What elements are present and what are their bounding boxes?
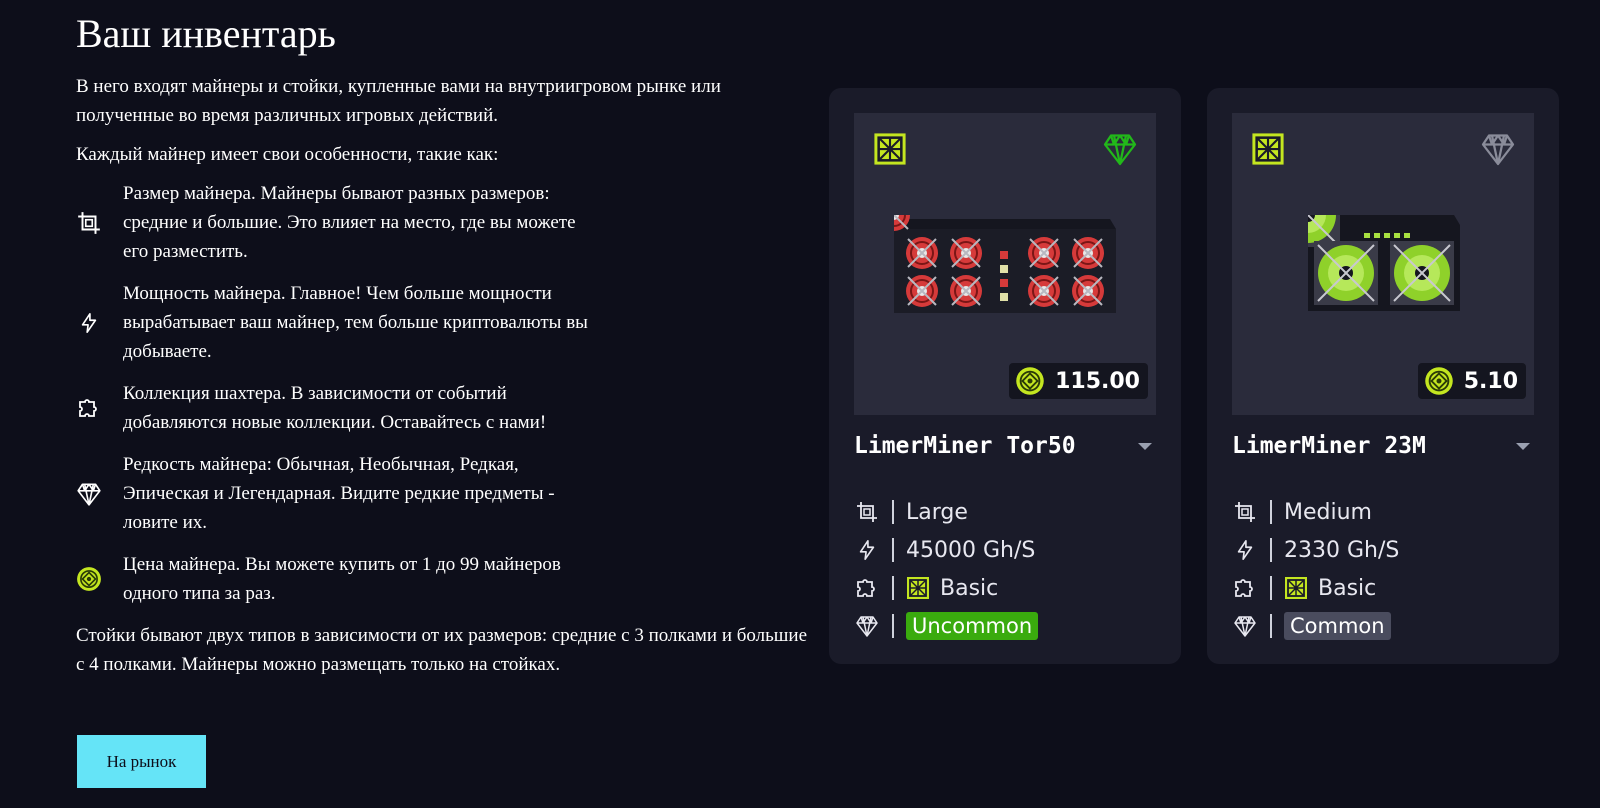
diamond-icon [1480, 131, 1516, 167]
coin-icon [1015, 366, 1045, 396]
power-icon [1232, 537, 1258, 563]
size-value: Medium [1284, 499, 1372, 525]
feature-power: Мощность майнера. Главное! Чем больше мо… [76, 279, 816, 366]
rarity-badge: Uncommon [906, 612, 1039, 640]
info-panel: Ваш инвентарь В него входят майнеры и ст… [76, 10, 816, 689]
miner-name: LimerMiner Tor50 [854, 433, 1076, 459]
divider [1270, 500, 1272, 524]
stat-size: Large [854, 493, 1156, 531]
features-intro: Каждый майнер имеет свои особенности, та… [76, 144, 499, 165]
size-icon [854, 499, 880, 525]
feature-collection: Коллекция шахтера. В зависимости от собы… [76, 379, 816, 437]
miner-image-panel: 5.10 [1232, 113, 1534, 415]
miner-stats: Medium 2330 Gh/S Basic Common [1232, 493, 1534, 645]
feature-text: Редкость майнера: Обычная, Необычная, Ре… [123, 454, 555, 533]
price-tag: 115.00 [1009, 363, 1148, 399]
divider [1270, 576, 1272, 600]
rarity-badge: Common [1284, 612, 1391, 640]
features-list: Размер майнера. Майнеры бывают разных ра… [76, 179, 816, 608]
price-value: 5.10 [1463, 368, 1518, 394]
coin-icon [1424, 366, 1454, 396]
power-icon [854, 537, 880, 563]
chevron-down-icon[interactable] [1138, 442, 1152, 450]
stat-power: 2330 Gh/S [1232, 531, 1534, 569]
divider [892, 500, 894, 524]
miner-image-panel: 115.00 [854, 113, 1156, 415]
stat-rarity: Common [1232, 607, 1534, 645]
power-value: 2330 Gh/S [1284, 537, 1400, 563]
power-value: 45000 Gh/S [906, 537, 1036, 563]
size-value: Large [906, 499, 968, 525]
puzzle-icon [854, 575, 880, 601]
miner-name: LimerMiner 23M [1232, 433, 1426, 459]
miner-illustration [894, 215, 1116, 313]
chip-icon [906, 576, 930, 600]
divider [892, 614, 894, 638]
divider [1270, 614, 1272, 638]
stat-collection: Basic [1232, 569, 1534, 607]
chip-icon [873, 132, 907, 166]
price-value: 115.00 [1055, 368, 1140, 394]
intro-text: В него входят майнеры и стойки, купленны… [76, 76, 721, 126]
feature-text: Мощность майнера. Главное! Чем больше мо… [123, 283, 588, 362]
miner-name-row[interactable]: LimerMiner Tor50 [854, 433, 1156, 459]
stat-rarity: Uncommon [854, 607, 1156, 645]
miner-illustration [1308, 215, 1460, 311]
chip-icon [1284, 576, 1308, 600]
feature-size: Размер майнера. Майнеры бывают разных ра… [76, 179, 816, 266]
size-icon [76, 210, 102, 236]
size-icon [1232, 499, 1258, 525]
power-icon [76, 310, 102, 336]
miner-card[interactable]: 115.00 LimerMiner Tor50 Large 45000 Gh/S… [829, 88, 1181, 664]
diamond-icon [76, 481, 102, 507]
divider [892, 538, 894, 562]
feature-text: Цена майнера. Вы можете купить от 1 до 9… [123, 554, 561, 604]
racks-text: Стойки бывают двух типов в зависимости о… [76, 625, 808, 675]
chip-icon [1251, 132, 1285, 166]
divider [1270, 538, 1272, 562]
collection-value: Basic [1318, 575, 1377, 601]
collection-value: Basic [940, 575, 999, 601]
coin-icon [76, 566, 102, 592]
miner-card[interactable]: 5.10 LimerMiner 23M Medium 2330 Gh/S Bas… [1207, 88, 1559, 664]
market-button[interactable]: На рынок [77, 735, 206, 788]
price-tag: 5.10 [1417, 363, 1526, 399]
stat-size: Medium [1232, 493, 1534, 531]
puzzle-icon [1232, 575, 1258, 601]
diamond-icon [854, 613, 880, 639]
miner-stats: Large 45000 Gh/S Basic Uncommon [854, 493, 1156, 645]
chevron-down-icon[interactable] [1516, 442, 1530, 450]
stat-power: 45000 Gh/S [854, 531, 1156, 569]
miner-name-row[interactable]: LimerMiner 23M [1232, 433, 1534, 459]
feature-price: Цена майнера. Вы можете купить от 1 до 9… [76, 550, 816, 608]
puzzle-icon [76, 395, 102, 421]
stat-collection: Basic [854, 569, 1156, 607]
feature-text: Размер майнера. Майнеры бывают разных ра… [123, 183, 576, 262]
feature-text: Коллекция шахтера. В зависимости от собы… [123, 383, 547, 433]
feature-rarity: Редкость майнера: Обычная, Необычная, Ре… [76, 450, 816, 537]
diamond-icon [1102, 131, 1138, 167]
diamond-icon [1232, 613, 1258, 639]
page-title: Ваш инвентарь [76, 11, 336, 56]
divider [892, 576, 894, 600]
